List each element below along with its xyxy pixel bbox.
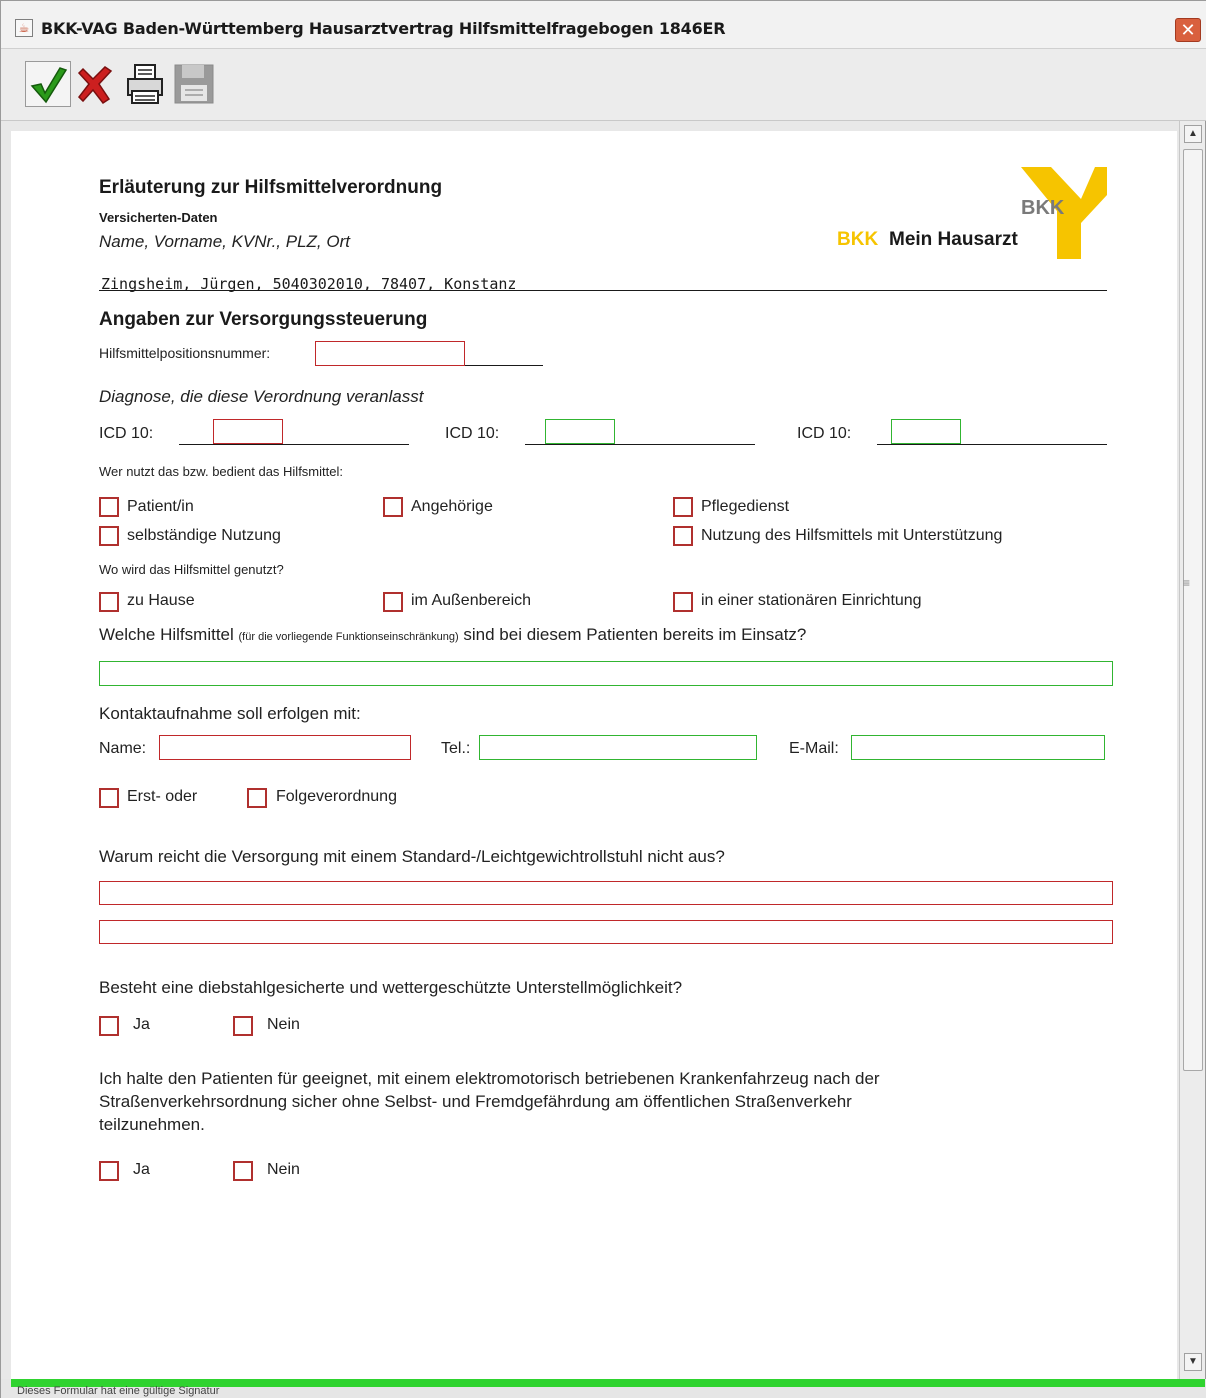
status-text: Dieses Formular hat eine gültige Signatu… (17, 1385, 220, 1397)
shelter-yes-label: Ja (133, 1016, 150, 1033)
outdoor-checkbox[interactable] (383, 592, 403, 612)
app-window: ☕ BKK-VAG Baden-Württemberg Hausarztvert… (0, 0, 1206, 1398)
position-number-input[interactable] (315, 341, 465, 366)
self-use-checkbox[interactable] (99, 526, 119, 546)
scrollbar-thumb[interactable] (1183, 149, 1203, 1071)
icd-underline-1 (179, 444, 409, 445)
position-number-label: Hilfsmittelpositionsnummer: (99, 345, 271, 361)
confirm-button[interactable] (25, 61, 71, 107)
form-page: Erläuterung zur Hilfsmittelverordnung Ve… (11, 131, 1177, 1379)
cancel-x-icon (77, 66, 113, 105)
insured-data-hint: Name, Vorname, KVNr., PLZ, Ort (99, 232, 350, 251)
vertical-scrollbar[interactable]: ▲ ≡ ▼ (1179, 121, 1205, 1379)
icd-input-1[interactable] (213, 419, 283, 444)
contact-title: Kontaktaufnahme soll erfolgen mit: (99, 704, 361, 723)
inpatient-facility-checkbox[interactable] (673, 592, 693, 612)
icd-input-2[interactable] (545, 419, 615, 444)
suitability-no-label: Nein (267, 1161, 300, 1178)
icd-underline-3 (877, 444, 1107, 445)
scroll-down-arrow-icon[interactable]: ▼ (1184, 1353, 1202, 1371)
inpatient-facility-label: in einer stationären Einrichtung (701, 592, 922, 609)
first-prescription-label: Erst- oder (127, 788, 198, 805)
suitability-statement-line-1: Ich halte den Patienten für geeignet, mi… (99, 1069, 880, 1088)
suitability-yes-checkbox[interactable] (99, 1161, 119, 1181)
aids-question-part-1: Welche Hilfsmittel (99, 625, 234, 644)
shelter-no-checkbox[interactable] (233, 1016, 253, 1036)
wheelchair-reason-input-2[interactable] (99, 920, 1113, 944)
insured-data-underline (99, 290, 1107, 291)
where-used-title: Wo wird das Hilfsmittel genutzt? (99, 562, 284, 577)
contact-email-label: E-Mail: (789, 740, 839, 757)
icd-label-3: ICD 10: (797, 425, 852, 442)
relatives-checkbox[interactable] (383, 497, 403, 517)
care-service-checkbox[interactable] (673, 497, 693, 517)
status-bar: Dieses Formular hat eine gültige Signatu… (1, 1379, 1206, 1398)
suitability-statement-line-3: teilzunehmen. (99, 1115, 205, 1134)
aids-in-use-question: Welche Hilfsmittel (für die vorliegende … (99, 625, 806, 645)
assisted-use-label: Nutzung des Hilfsmittels mit Unterstützu… (701, 527, 1003, 544)
logo-mein-hausarzt-text: Mein Hausarzt (889, 229, 1018, 250)
icd-label-1: ICD 10: (99, 425, 154, 442)
floppy-icon (174, 64, 214, 104)
contact-phone-label: Tel.: (441, 740, 471, 757)
wheelchair-question: Warum reicht die Versorgung mit einem St… (99, 847, 725, 866)
relatives-label: Angehörige (411, 498, 493, 515)
shelter-yes-checkbox[interactable] (99, 1016, 119, 1036)
save-button[interactable] (171, 61, 217, 107)
follow-up-prescription-checkbox[interactable] (247, 788, 267, 808)
care-service-label: Pflegedienst (701, 498, 790, 515)
icd-underline-2 (525, 444, 755, 445)
contact-email-input[interactable] (851, 735, 1105, 760)
form-title: Erläuterung zur Hilfsmittelverordnung (99, 177, 443, 198)
aids-in-use-input[interactable] (99, 661, 1113, 686)
java-app-icon: ☕ (15, 19, 33, 37)
scroll-grip-icon: ≡ (1183, 576, 1191, 590)
suitability-yes-label: Ja (133, 1161, 150, 1178)
contact-phone-input[interactable] (479, 735, 757, 760)
logo-bkk-yellow-text: BKK (837, 229, 879, 250)
check-icon (30, 67, 68, 104)
shelter-no-label: Nein (267, 1016, 300, 1033)
bkk-mein-hausarzt-logo: BKK BKK Mein Hausarzt (837, 167, 1113, 259)
close-button[interactable]: ✕ (1175, 18, 1201, 42)
printer-icon (127, 64, 163, 104)
contact-name-input[interactable] (159, 735, 411, 760)
aids-question-part-3: sind bei diesem Patienten bereits im Ein… (463, 625, 807, 644)
toolbar (1, 49, 1206, 121)
self-use-label: selbständige Nutzung (127, 527, 281, 544)
logo-bkk-text: BKK (1021, 197, 1065, 219)
at-home-label: zu Hause (127, 592, 195, 609)
cancel-button[interactable] (73, 61, 119, 107)
shelter-question: Besteht eine diebstahlgesicherte und wet… (99, 978, 683, 997)
diagnosis-title: Diagnose, die diese Verordnung veranlass… (99, 387, 424, 406)
contact-name-label: Name: (99, 740, 147, 757)
at-home-checkbox[interactable] (99, 592, 119, 612)
who-uses-title: Wer nutzt das bzw. bedient das Hilfsmitt… (99, 464, 343, 479)
position-number-underline (465, 365, 543, 366)
follow-up-prescription-label: Folgeverordnung (276, 788, 397, 805)
wheelchair-reason-input-1[interactable] (99, 881, 1113, 905)
patient-label: Patient/in (127, 498, 194, 515)
assisted-use-checkbox[interactable] (673, 526, 693, 546)
aids-question-part-2: (für die vorliegende Funktionseinschränk… (238, 631, 459, 643)
print-button[interactable] (123, 61, 169, 107)
suitability-no-checkbox[interactable] (233, 1161, 253, 1181)
suitability-statement-line-2: Straßenverkehrsordnung sicher ohne Selbs… (99, 1092, 852, 1111)
window-title: BKK-VAG Baden-Württemberg Hausarztvertra… (41, 19, 726, 38)
icd-input-3[interactable] (891, 419, 961, 444)
insured-data-label: Versicherten-Daten (99, 210, 218, 225)
icd-label-2: ICD 10: (445, 425, 500, 442)
title-bar: ☕ BKK-VAG Baden-Württemberg Hausarztvert… (1, 1, 1206, 49)
patient-checkbox[interactable] (99, 497, 119, 517)
section-title: Angaben zur Versorgungssteuerung (99, 309, 428, 330)
scroll-up-arrow-icon[interactable]: ▲ (1184, 125, 1202, 143)
first-prescription-checkbox[interactable] (99, 788, 119, 808)
outdoor-label: im Außenbereich (411, 592, 532, 609)
